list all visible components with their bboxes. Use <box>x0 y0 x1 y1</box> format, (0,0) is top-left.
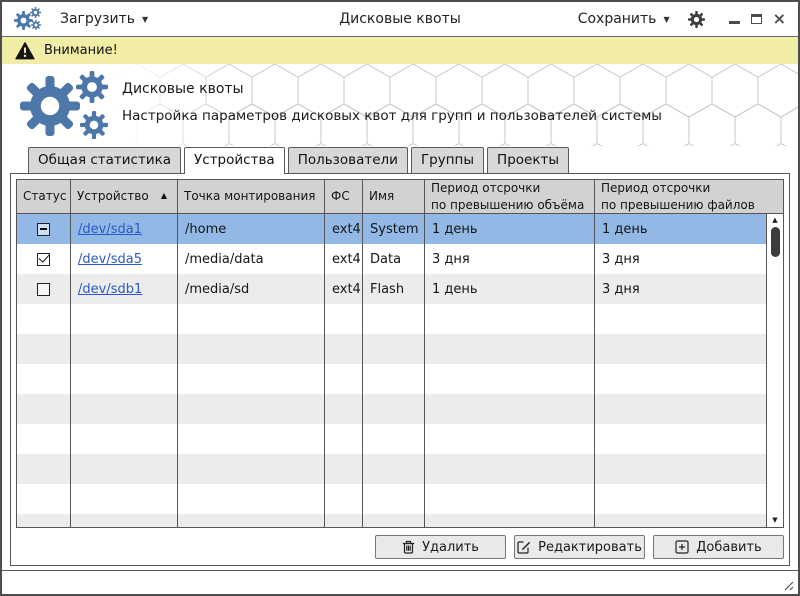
mount-point-cell: /media/sd <box>178 274 325 304</box>
tab-general-statistics[interactable]: Общая статистика <box>28 147 181 173</box>
vertical-scrollbar[interactable]: ▲ ▼ <box>766 214 783 527</box>
grace-files-cell: 3 дня <box>595 244 783 274</box>
save-menu-label: Сохранить <box>578 11 657 27</box>
grace-files-cell: 3 дня <box>595 274 783 304</box>
tab-label: Проекты <box>497 152 559 168</box>
grace-volume-cell: 3 дня <box>425 244 595 274</box>
save-menu-button[interactable]: Сохранить ▼ <box>578 11 670 27</box>
table-row[interactable]: /dev/sda1 /home ext4 System 1 день 1 ден… <box>17 214 783 244</box>
maximize-button[interactable] <box>751 14 762 24</box>
table-body: /dev/sda1 /home ext4 System 1 день 1 ден… <box>17 214 783 527</box>
tab-label: Устройства <box>194 152 275 168</box>
column-header-fs[interactable]: ФС <box>325 180 363 213</box>
load-menu-label: Загрузить <box>60 11 135 27</box>
fs-cell: ext4 <box>325 244 363 274</box>
grace-volume-cell: 1 день <box>425 214 595 244</box>
edit-button-label: Редактировать <box>538 540 642 555</box>
name-cell: Data <box>363 244 425 274</box>
chevron-down-icon: ▼ <box>142 14 148 24</box>
tab-projects[interactable]: Проекты <box>487 147 569 173</box>
column-label: Период отсрочкипо превышению объёма <box>431 180 584 212</box>
column-label: Период отсрочкипо превышению файлов <box>601 180 755 212</box>
add-button-label: Добавить <box>696 540 761 555</box>
tab-devices[interactable]: Устройства <box>184 147 285 174</box>
close-button[interactable]: × <box>773 11 786 27</box>
settings-gear-icon[interactable] <box>688 11 705 28</box>
status-bar <box>2 570 798 594</box>
minimize-button[interactable] <box>729 21 740 24</box>
column-label: ФС <box>331 188 350 204</box>
column-header-device[interactable]: Устройство ▲ <box>71 180 178 213</box>
page-title: Дисковые квоты <box>122 81 662 97</box>
tab-bar: Общая статистика Устройства Пользователи… <box>2 146 798 173</box>
mount-point-cell: /media/data <box>178 244 325 274</box>
mount-point-cell: /home <box>178 214 325 244</box>
title-bar: Загрузить ▼ Дисковые квоты Сохранить ▼ × <box>2 2 798 37</box>
empty-rows-area <box>17 304 783 527</box>
tab-users[interactable]: Пользователи <box>288 147 408 173</box>
device-link[interactable]: /dev/sda1 <box>78 222 142 237</box>
page-subtitle: Настройка параметров дисковых квот для г… <box>122 108 662 124</box>
edit-pencil-icon <box>517 540 531 554</box>
warning-banner-text: Внимание! <box>44 43 118 58</box>
fs-cell: ext4 <box>325 274 363 304</box>
column-label: Статус <box>23 188 66 204</box>
column-label: Устройство <box>77 188 149 204</box>
edit-button[interactable]: Редактировать <box>514 535 645 559</box>
name-cell: Flash <box>363 274 425 304</box>
scrollbar-thumb[interactable] <box>771 227 780 257</box>
column-label: Имя <box>369 188 394 204</box>
scroll-up-icon[interactable]: ▲ <box>772 214 777 227</box>
resize-grip[interactable] <box>782 579 794 591</box>
window-controls: × <box>729 11 786 27</box>
load-menu-button[interactable]: Загрузить ▼ <box>60 11 148 27</box>
grace-volume-cell: 1 день <box>425 274 595 304</box>
devices-tab-panel: Статус Устройство ▲ Точка монтирования Ф… <box>10 173 790 566</box>
tab-label: Группы <box>421 152 474 168</box>
warning-banner: Внимание! <box>2 37 798 64</box>
app-logo-gears-icon <box>14 6 46 32</box>
scroll-down-icon[interactable]: ▼ <box>772 514 777 527</box>
row-status-checkbox[interactable] <box>37 223 50 236</box>
tab-label: Общая статистика <box>38 152 171 168</box>
column-label: Точка монтирования <box>184 188 315 204</box>
table-actions: Удалить Редактировать До <box>16 528 784 560</box>
column-header-status[interactable]: Статус <box>17 180 71 213</box>
device-link[interactable]: /dev/sdb1 <box>78 282 142 297</box>
row-status-checkbox[interactable] <box>37 253 50 266</box>
grace-files-cell: 1 день <box>595 214 783 244</box>
page-header: Дисковые квоты Настройка параметров диск… <box>2 64 798 146</box>
tab-label: Пользователи <box>298 152 398 168</box>
devices-table: Статус Устройство ▲ Точка монтирования Ф… <box>16 179 784 528</box>
name-cell: System <box>363 214 425 244</box>
add-button[interactable]: Добавить <box>653 535 784 559</box>
sort-ascending-icon: ▲ <box>161 191 171 202</box>
chevron-down-icon: ▼ <box>663 14 669 24</box>
table-header-row: Статус Устройство ▲ Точка монтирования Ф… <box>17 180 783 214</box>
delete-button[interactable]: Удалить <box>375 535 506 559</box>
plus-icon <box>675 540 689 554</box>
tab-groups[interactable]: Группы <box>411 147 484 173</box>
trash-icon <box>402 540 415 554</box>
table-row[interactable]: /dev/sda5 /media/data ext4 Data 3 дня 3 … <box>17 244 783 274</box>
warning-triangle-icon <box>15 42 35 60</box>
device-link[interactable]: /dev/sda5 <box>78 252 142 267</box>
app-window: Загрузить ▼ Дисковые квоты Сохранить ▼ ×… <box>0 0 800 596</box>
fs-cell: ext4 <box>325 214 363 244</box>
delete-button-label: Удалить <box>422 540 479 555</box>
column-header-name[interactable]: Имя <box>363 180 425 213</box>
disk-quotas-gears-icon <box>20 71 116 139</box>
column-header-grace-volume[interactable]: Период отсрочкипо превышению объёма <box>425 180 595 213</box>
column-header-grace-files[interactable]: Период отсрочкипо превышению файлов <box>595 180 783 213</box>
row-status-checkbox[interactable] <box>37 283 50 296</box>
table-row[interactable]: /dev/sdb1 /media/sd ext4 Flash 1 день 3 … <box>17 274 783 304</box>
column-header-mount-point[interactable]: Точка монтирования <box>178 180 325 213</box>
